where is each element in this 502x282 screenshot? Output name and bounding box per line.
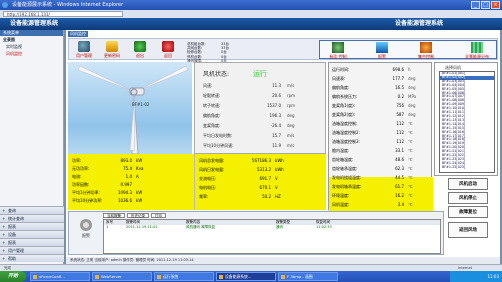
- exit-button[interactable]: 退出: [131, 41, 149, 59]
- sidebar-section[interactable]: 报表: [0, 222, 64, 231]
- wind-turbine-illustration: [77, 65, 189, 154]
- change-password-button[interactable]: 更新密码: [103, 41, 121, 59]
- task-item[interactable]: xForceConfl...: [30, 272, 90, 281]
- sidebar-section[interactable]: 统计查询: [0, 214, 64, 223]
- energy-panel: 风机总发电量: 567186.3 kWh 风机日发电量: 5313.2 kWh 交流电压…: [194, 154, 326, 210]
- sidebar-section[interactable]: 设备: [0, 230, 64, 239]
- tab-history[interactable]: 历史记录: [127, 213, 149, 218]
- tab-print[interactable]: 打印: [151, 213, 166, 218]
- control-icon: [420, 42, 432, 53]
- maximize-button[interactable]: □: [481, 1, 490, 9]
- fault-reset-button[interactable]: 故障复位: [448, 206, 488, 218]
- sidebar: 系统菜单 全景图 实时监视 风机监控 查询 统计查询 报表 设备 报表 用户管理…: [0, 30, 64, 264]
- toolbar: 用户管理 更新密码 退出 返回 总机组台数: 33台 并网台数: 33台 检修台数:…: [68, 38, 498, 63]
- alarm-button[interactable]: 报警: [372, 42, 392, 60]
- sidebar-group[interactable]: 全景图: [0, 36, 63, 43]
- alarm-table: 序号 报警时间 报警内容 报警类型 恢复时间 1 2011-12-19 11:0…: [103, 219, 441, 254]
- back-button[interactable]: 返回: [159, 41, 177, 59]
- task-item[interactable]: F 3bmp - 画图: [278, 272, 338, 281]
- close-button[interactable]: ×: [491, 1, 500, 9]
- power-control-button[interactable]: 有功 控制: [328, 42, 348, 60]
- ie-icon: [2, 2, 8, 8]
- browser-statusbar: 完成 Internet: [0, 264, 502, 271]
- sidebar-section[interactable]: 帮助: [0, 254, 64, 263]
- system-tray: 11:03: [450, 271, 502, 282]
- panorama-button[interactable]: 全景能源分布: [460, 42, 494, 60]
- user-manage-button[interactable]: 用户管理: [75, 41, 93, 59]
- start-button[interactable]: 开始: [0, 271, 26, 282]
- app-statusline: 系统状态: 正常 当前用户: admin 操作员: 管理员 时间: 2011-1…: [66, 257, 500, 264]
- sidebar-item-turbine[interactable]: 风机监控: [0, 50, 63, 57]
- alarm-icon: [80, 219, 92, 231]
- sidebar-section[interactable]: 报表: [0, 238, 64, 247]
- turbine-select-title: 选择风机: [445, 65, 461, 70]
- clock: 11:03: [487, 274, 499, 279]
- task-item[interactable]: 运行系统: [154, 272, 214, 281]
- key-icon: [106, 41, 118, 52]
- control-group: 有功 控制 报警 集中控制 全景能源分布: [319, 40, 497, 59]
- alarm-label: 报警: [82, 233, 90, 238]
- sidebar-section[interactable]: 用户管理: [0, 246, 64, 255]
- alarm-panel: 报警 当前报警 历史记录 打印 序号 报警时间 报警内容 报警类型 恢复时间 1…: [68, 211, 444, 255]
- header-title-left: 设备能源管理系统: [10, 20, 59, 27]
- sidebar-section[interactable]: 查询: [0, 206, 64, 215]
- farm-stats: 总机组台数: 33台 并网台数: 33台 检修台数: 0台 停机台数: 0台 通讯故障:…: [187, 42, 229, 63]
- taskbar: 开始 xForceConfl... WebServer 运行系统 设备能源系统.…: [0, 271, 502, 282]
- start-turbine-button[interactable]: 风机启动: [448, 178, 488, 190]
- turbine-list[interactable]: BF#1-01[001] BF#1-02[002] BF#1-03[003] BF#1…: [439, 71, 495, 173]
- task-item[interactable]: WebServer: [92, 272, 152, 281]
- sidebar-item-realtime[interactable]: 实时监视: [0, 43, 63, 50]
- status-panel: 风机状态: 运行 风速: 11.3 m/s 轮毂转速: 20.6 rpm 转子转速: 15…: [194, 62, 326, 154]
- sensor-panel: 运行时间: 698.6 h 风速表: 177.7 deg 偏航角度: 16.5 deg 偏航…: [328, 62, 433, 211]
- turbine-select-panel: 选择风机 BF#1-01[001] BF#1-02[002] BF#1-03[003…: [434, 62, 498, 176]
- users-icon: [78, 41, 90, 52]
- window-title: 设备能源展示系统 - Windows Internet Explorer: [12, 2, 124, 8]
- app-header: 设备能源管理系统 设备能源管理系统: [0, 18, 502, 30]
- status-title: 风机状态:: [203, 71, 230, 78]
- header-title-right: 设备能源管理系统: [395, 20, 444, 27]
- monitor-icon: [376, 42, 388, 53]
- list-item[interactable]: BF#1-25[025]: [440, 165, 494, 170]
- tab-turbine-monitor[interactable]: 风机监控: [68, 31, 88, 37]
- table-row[interactable]: 1 2011-12-19 11:02 风机通讯 故障恢复 通讯 11:02:33: [104, 225, 440, 230]
- window-titlebar: 设备能源展示系统 - Windows Internet Explorer _ □…: [0, 0, 502, 10]
- status-value: 运行: [253, 70, 267, 78]
- tab-current-alarm[interactable]: 当前报警: [103, 213, 125, 218]
- exit-icon: [134, 41, 146, 52]
- turbine-image: BF#1-02: [68, 62, 192, 154]
- stop-turbine-button[interactable]: 风机停止: [448, 192, 488, 204]
- back-icon: [162, 41, 174, 52]
- minimize-button[interactable]: _: [471, 1, 480, 9]
- central-control-button[interactable]: 集中控制: [416, 42, 436, 60]
- alarm-area: 报警: [73, 218, 99, 239]
- address-bar: http://192.168.1.131/: [0, 10, 502, 18]
- main-area: 风机监控 用户管理 更新密码 退出 返回 总机组台数: 33台 并网台数: 33台 …: [66, 30, 500, 264]
- address-input[interactable]: http://192.168.1.131/: [3, 11, 123, 17]
- turbine-id-label: BF#1-02: [132, 102, 150, 107]
- grid-icon: [471, 42, 483, 53]
- power-icon: [332, 42, 344, 53]
- task-item-active[interactable]: 设备能源系统...: [216, 272, 276, 281]
- return-farm-button[interactable]: 返回风场: [448, 222, 488, 238]
